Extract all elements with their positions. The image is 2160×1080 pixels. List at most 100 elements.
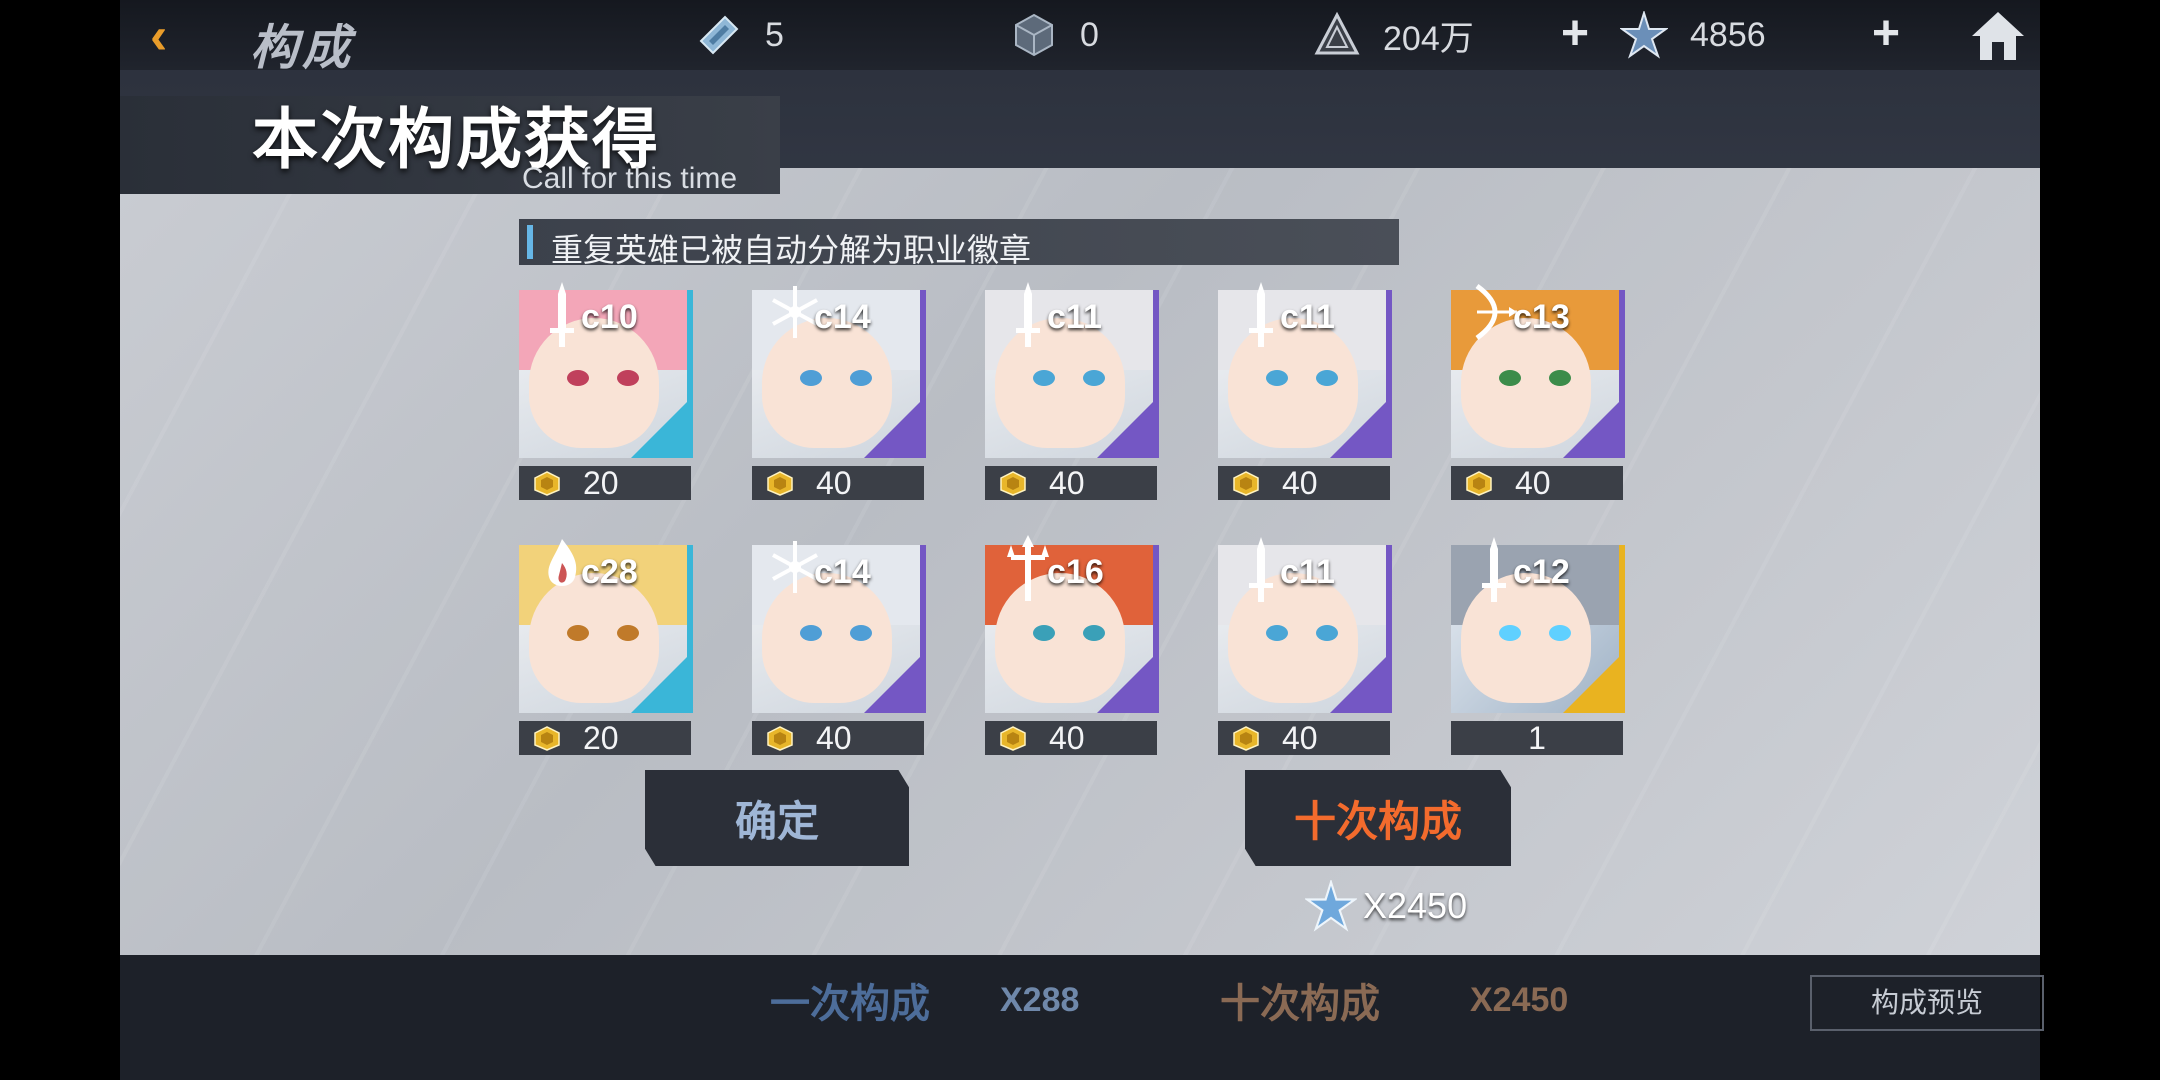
- hero-card[interactable]: c14 40: [752, 541, 926, 756]
- hero-amount: 40: [752, 464, 924, 501]
- ten-pull-price: X2450: [1305, 880, 1467, 932]
- hero-cost: c14: [814, 298, 871, 336]
- hero-card[interactable]: c28 20: [519, 539, 693, 756]
- hero-card[interactable]: c12 1: [1451, 537, 1625, 756]
- hero-cost: c10: [581, 298, 638, 336]
- hero-amount-value: 20: [583, 719, 619, 756]
- class-badge-icon: [1466, 471, 1492, 496]
- class-badge-icon: [767, 726, 793, 751]
- add-coin-button[interactable]: +: [1553, 10, 1597, 58]
- class-badge-icon: [767, 471, 793, 496]
- hero-card[interactable]: c16 40: [985, 535, 1159, 756]
- top-bar: ‹ 构成 5 0 204万 + 4856 +: [120, 0, 2040, 75]
- rarity-corner: [631, 657, 687, 713]
- star-crystal-icon: [1305, 880, 1357, 932]
- home-icon[interactable]: [1968, 8, 2028, 64]
- hero-eye: [567, 370, 589, 386]
- hero-cost: c11: [1280, 298, 1335, 336]
- ticket-icon: [699, 15, 739, 55]
- hero-amount-value: 40: [1515, 464, 1551, 501]
- rarity-corner: [1097, 402, 1153, 458]
- hero-card[interactable]: c11 40: [1218, 282, 1392, 501]
- cube-icon: [1015, 13, 1053, 57]
- hero-cost: c14: [814, 553, 871, 591]
- triangle-coin-icon: [1314, 11, 1360, 55]
- resource-star-crystal: 4856: [1620, 10, 1766, 60]
- hero-amount: 40: [985, 719, 1157, 756]
- hero-amount-value: 40: [816, 464, 852, 501]
- hero-eye: [800, 625, 822, 641]
- hero-amount: 20: [519, 465, 691, 501]
- hero-cost: c12: [1513, 553, 1570, 591]
- hero-card[interactable]: c14 40: [752, 286, 926, 501]
- single-pull-bg-button: 一次构成 X288: [770, 980, 1080, 1027]
- hero-eye: [1083, 625, 1105, 641]
- rarity-corner: [1097, 657, 1153, 713]
- duplicate-notice: 重复英雄已被自动分解为职业徽章: [519, 219, 1399, 268]
- hero-eye: [1266, 625, 1288, 641]
- hero-card[interactable]: c13 40: [1451, 283, 1625, 501]
- class-badge-icon: [1000, 726, 1026, 751]
- class-badge-icon: [1233, 726, 1259, 751]
- hero-eye: [850, 625, 872, 641]
- add-star-crystal-button[interactable]: +: [1864, 10, 1908, 58]
- hero-amount: 20: [519, 719, 691, 756]
- hero-amount-value: 40: [1049, 464, 1085, 501]
- hero-card[interactable]: c10 20: [519, 282, 693, 501]
- rarity-corner: [1330, 402, 1386, 458]
- rarity-corner: [1563, 402, 1619, 458]
- sword-icon: [1249, 282, 1273, 347]
- confirm-button[interactable]: 确定: [645, 770, 909, 866]
- rarity-corner: [1330, 657, 1386, 713]
- hero-amount-value: 40: [1049, 719, 1085, 756]
- back-arrow-icon[interactable]: ‹: [150, 8, 206, 64]
- hero-cost: c11: [1047, 298, 1102, 336]
- sword-icon: [1249, 537, 1273, 602]
- hero-eye: [1033, 370, 1055, 386]
- hero-amount-value: 40: [1282, 464, 1318, 501]
- rarity-corner: [864, 402, 920, 458]
- hero-amount: 40: [1451, 464, 1623, 501]
- class-badge-icon: [1000, 471, 1026, 496]
- hero-cost: c13: [1513, 298, 1570, 336]
- ten-pull-bg-button: 十次构成 X2450: [1220, 980, 1569, 1027]
- sword-icon: [1016, 282, 1040, 347]
- hero-eye: [800, 370, 822, 386]
- hero-eye: [567, 625, 589, 641]
- sword-icon: [1482, 537, 1506, 602]
- class-badge-icon: [534, 471, 560, 496]
- hero-card[interactable]: c11 40: [1218, 537, 1392, 756]
- hero-eye: [617, 625, 639, 641]
- rarity-corner: [1563, 657, 1619, 713]
- hero-cost: c28: [581, 553, 638, 591]
- hero-cost: c16: [1047, 553, 1104, 591]
- hero-cost: c11: [1280, 553, 1335, 591]
- hero-amount: 40: [1218, 464, 1390, 501]
- class-badge-icon: [1233, 471, 1259, 496]
- bow-icon: [1475, 283, 1517, 341]
- bottom-bar: 一次构成 X288 十次构成 X2450 构成预览: [120, 955, 2044, 1080]
- rarity-corner: [631, 402, 687, 458]
- hero-eye: [1499, 370, 1521, 386]
- dialog-subtitle: Call for this time: [522, 162, 738, 195]
- hero-eye: [1266, 370, 1288, 386]
- hero-eye: [617, 370, 639, 386]
- ten-pull-button[interactable]: 十次构成: [1245, 770, 1511, 866]
- hero-amount-value: 1: [1528, 719, 1546, 756]
- hero-eye: [1083, 370, 1105, 386]
- hero-amount-value: 40: [816, 719, 852, 756]
- sword-icon: [550, 282, 574, 347]
- hero-eye: [1033, 625, 1055, 641]
- hero-eye: [1316, 370, 1338, 386]
- hero-eye: [1499, 625, 1521, 641]
- hero-amount-value: 40: [1282, 719, 1318, 756]
- trident-icon: [1007, 535, 1049, 601]
- page-title: 构成: [250, 22, 355, 75]
- hero-amount: 40: [1218, 719, 1390, 756]
- star-crystal-icon: [1620, 11, 1668, 59]
- flame-icon: [548, 539, 577, 586]
- resource-cube: 0: [1010, 10, 1099, 60]
- rarity-corner: [864, 657, 920, 713]
- pull-preview-button: 构成预览: [1810, 975, 2044, 1031]
- hero-card[interactable]: c11 40: [985, 282, 1159, 501]
